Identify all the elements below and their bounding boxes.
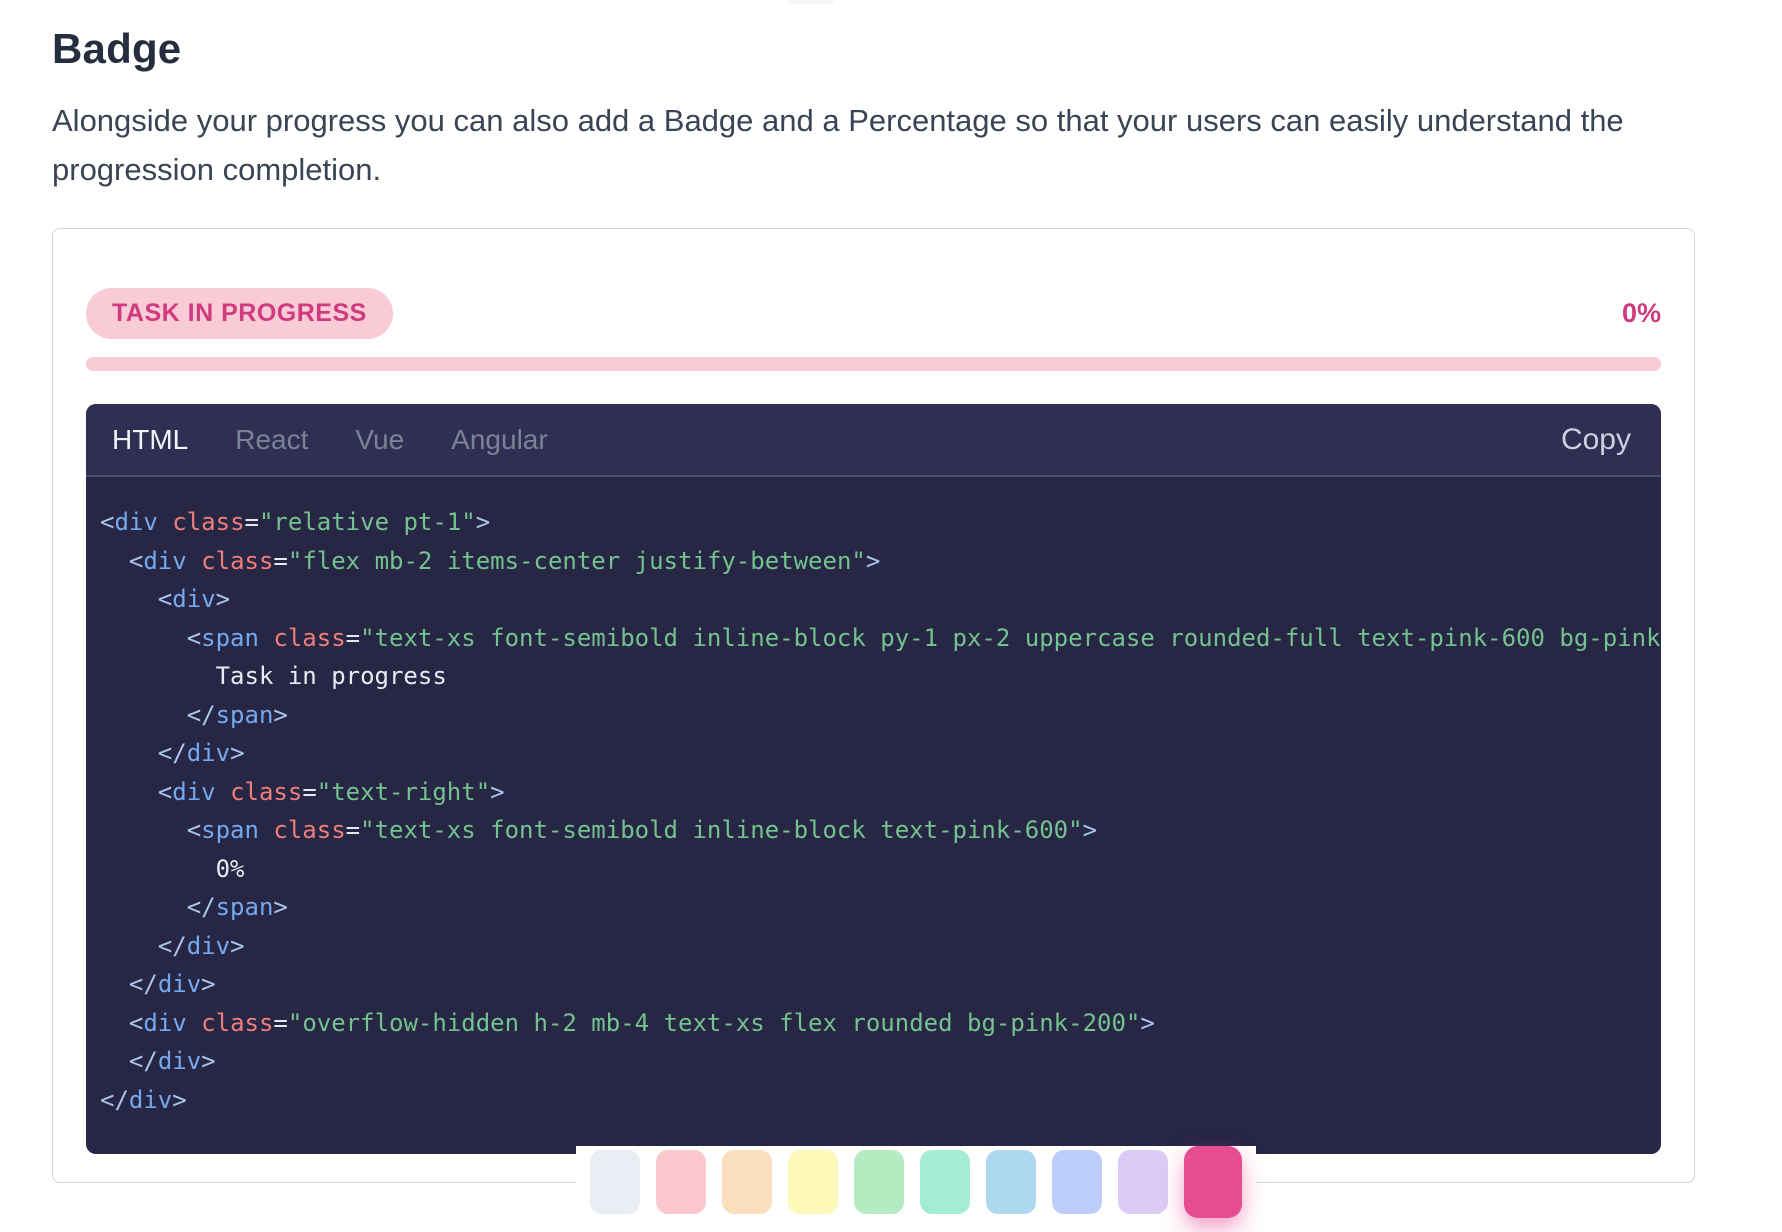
swatch-yellow[interactable]	[788, 1150, 838, 1214]
code-line: <div class="flex mb-2 items-center justi…	[100, 542, 1661, 581]
swatch-indigo[interactable]	[1052, 1150, 1102, 1214]
code-line: <div>	[100, 580, 1661, 619]
code-panel-header: HTML React Vue Angular Copy	[86, 404, 1661, 477]
code-line: 0%	[100, 850, 1661, 889]
progress-track	[86, 357, 1661, 371]
swatch-purple[interactable]	[1118, 1150, 1168, 1214]
tab-react[interactable]: React	[235, 426, 308, 454]
code-tabs: HTML React Vue Angular	[112, 426, 1561, 454]
code-line: <div class="text-right">	[100, 773, 1661, 812]
documentation-page: Badge Alongside your progress you can al…	[0, 0, 1782, 1232]
status-badge: TASK IN PROGRESS	[86, 288, 393, 339]
percentage-label: 0%	[1622, 298, 1661, 329]
swatch-pink[interactable]	[1184, 1146, 1242, 1218]
description-line-2: progression completion.	[52, 152, 381, 187]
code-line: </span>	[100, 696, 1661, 735]
code-line: <div class="relative pt-1">	[100, 503, 1661, 542]
code-line: <span class="text-xs font-semibold inlin…	[100, 811, 1661, 850]
code-line: <div class="overflow-hidden h-2 mb-4 tex…	[100, 1004, 1661, 1043]
tab-html[interactable]: HTML	[112, 426, 188, 454]
page-description: Alongside your progress you can also add…	[52, 96, 1782, 194]
tab-angular[interactable]: Angular	[451, 426, 548, 454]
code-line: </div>	[100, 965, 1661, 1004]
top-partial-element	[788, 0, 834, 4]
swatch-green[interactable]	[854, 1150, 904, 1214]
code-line: Task in progress	[100, 657, 1661, 696]
color-swatches	[576, 1146, 1256, 1218]
code-content: <div class="relative pt-1"> <div class="…	[86, 477, 1661, 1119]
page-title: Badge	[52, 26, 1782, 72]
description-line-1: Alongside your progress you can also add…	[52, 103, 1624, 138]
swatch-gray[interactable]	[590, 1150, 640, 1214]
code-line: <span class="text-xs font-semibold inlin…	[100, 619, 1661, 658]
code-line: </span>	[100, 888, 1661, 927]
code-line: </div>	[100, 1042, 1661, 1081]
example-card: TASK IN PROGRESS 0% HTML React Vue Angular …	[52, 228, 1695, 1183]
code-line: </div>	[100, 1081, 1661, 1120]
swatch-red[interactable]	[656, 1150, 706, 1214]
code-panel: HTML React Vue Angular Copy <div class="rel…	[86, 404, 1661, 1154]
code-line: </div>	[100, 927, 1661, 966]
swatch-orange[interactable]	[722, 1150, 772, 1214]
code-line: </div>	[100, 734, 1661, 773]
copy-button[interactable]: Copy	[1561, 425, 1631, 455]
swatch-teal[interactable]	[920, 1150, 970, 1214]
tab-vue[interactable]: Vue	[355, 426, 404, 454]
progress-preview-header: TASK IN PROGRESS 0%	[86, 288, 1661, 339]
swatch-blue[interactable]	[986, 1150, 1036, 1214]
